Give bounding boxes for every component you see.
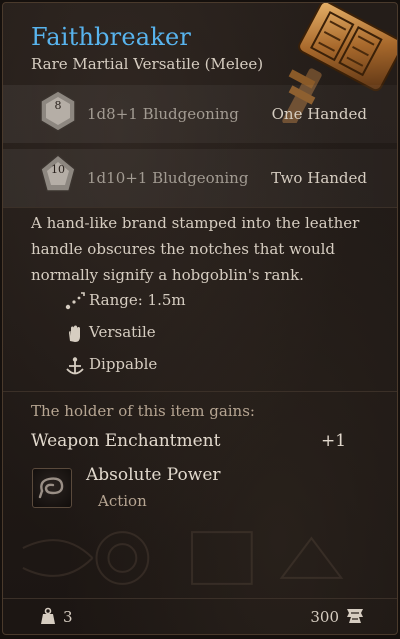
divider (3, 391, 397, 392)
action-name: Absolute Power (86, 465, 221, 485)
gold-icon (347, 609, 363, 623)
property-label: Versatile (89, 323, 156, 341)
versatile-hand-icon (69, 325, 80, 342)
die-value: 8 (54, 99, 62, 112)
weight-value: 3 (63, 608, 73, 626)
property-label: Range: 1.5m (89, 291, 186, 309)
weight-icon (41, 607, 55, 624)
property-label: Dippable (89, 355, 158, 373)
damage-text: 1d10+1 Bludgeoning (87, 169, 249, 187)
damage-row-one-handed: 8 1d8+1 Bludgeoning One Handed (3, 85, 397, 143)
divider (3, 207, 397, 208)
tooltip-footer: 3 300 (3, 599, 397, 634)
enchantment-value: +1 (321, 431, 347, 451)
handedness-label: One Handed (271, 105, 367, 123)
handedness-label: Two Handed (271, 169, 367, 187)
action-type: Action (98, 492, 147, 510)
dippable-icon (66, 357, 84, 375)
damage-row-two-handed: 10 1d10+1 Bludgeoning Two Handed (3, 149, 397, 207)
price-value: 300 (310, 608, 339, 626)
item-description: A hand-like brand stamped into the leath… (31, 214, 360, 284)
enchantment-name: Weapon Enchantment (31, 431, 221, 451)
die-value: 10 (51, 163, 65, 176)
item-subtitle: Rare Martial Versatile (Melee) (31, 55, 264, 73)
item-name: Faithbreaker (31, 23, 192, 51)
background-pattern (22, 531, 344, 585)
gains-heading: The holder of this item gains: (31, 402, 255, 420)
damage-text: 1d8+1 Bludgeoning (87, 105, 239, 123)
absolute-power-icon[interactable] (32, 468, 72, 508)
range-icon (65, 292, 85, 310)
item-tooltip: Faithbreaker Rare Martial Versatile (Mel… (2, 2, 398, 635)
